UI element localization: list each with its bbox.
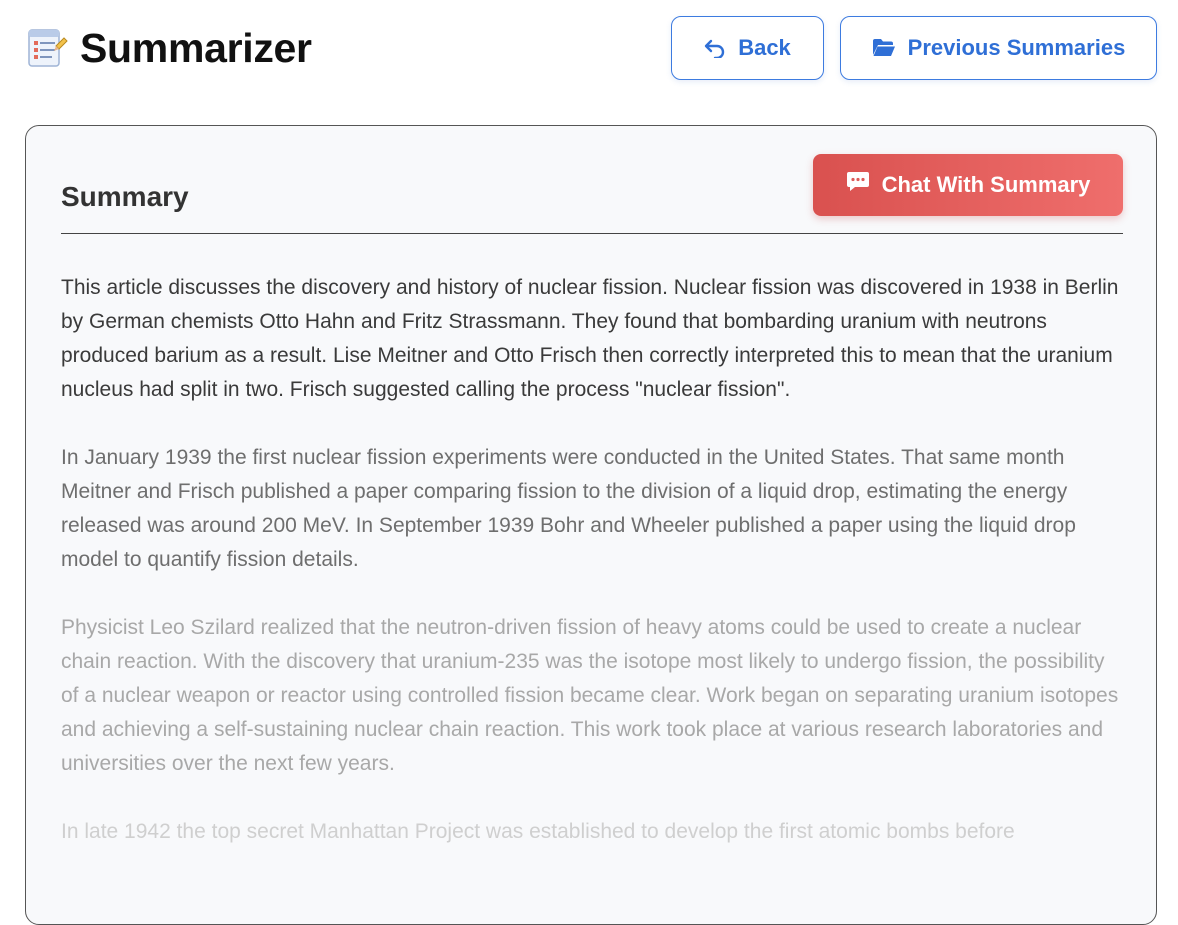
summary-text: This article discusses the discovery and… — [61, 271, 1127, 883]
undo-arrow-icon — [704, 38, 726, 58]
chat-bubble-icon — [846, 171, 870, 199]
previous-summaries-label: Previous Summaries — [907, 35, 1126, 60]
header: Summarizer Back Previous Summaries — [0, 0, 1178, 100]
back-button-label: Back — [738, 35, 791, 60]
previous-summaries-button[interactable]: Previous Summaries — [840, 16, 1157, 80]
summary-paragraph: In January 1939 the first nuclear fissio… — [61, 446, 1076, 571]
summary-paragraph: This article discusses the discovery and… — [61, 276, 1119, 401]
summary-heading: Summary — [61, 181, 189, 212]
back-button[interactable]: Back — [671, 16, 824, 80]
divider — [61, 233, 1123, 234]
summary-paragraph: Physicist Leo Szilard realized that the … — [61, 616, 1119, 775]
chat-with-summary-label: Chat With Summary — [881, 172, 1091, 197]
summary-card: Summary Chat With Summary This article d… — [25, 125, 1157, 925]
summary-paragraph: In late 1942 the top secret Manhattan Pr… — [61, 820, 1015, 843]
memo-icon — [26, 26, 68, 70]
app-title: Summarizer — [80, 25, 312, 71]
folder-open-icon — [872, 38, 896, 58]
chat-with-summary-button[interactable]: Chat With Summary — [813, 154, 1123, 216]
